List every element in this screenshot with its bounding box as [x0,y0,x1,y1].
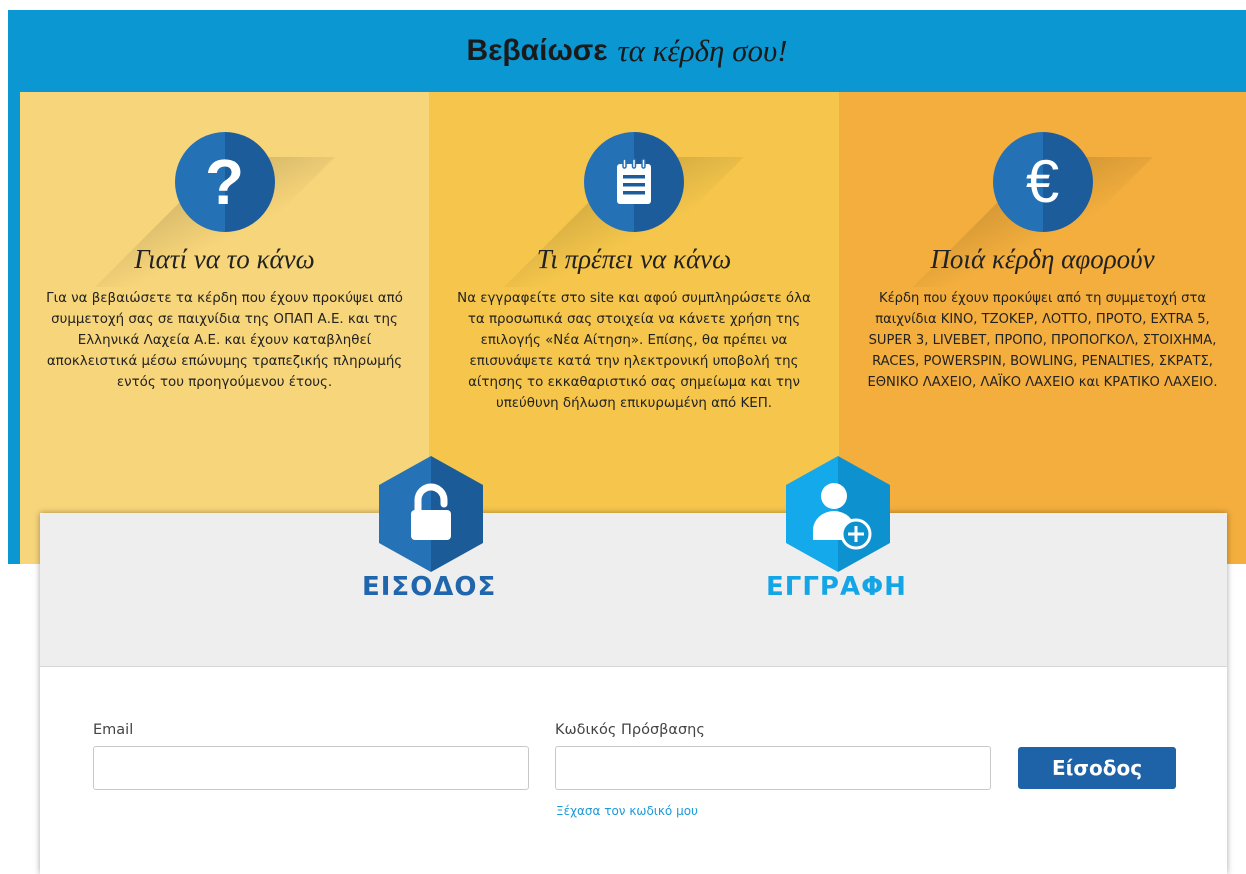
info-column-what: Τι πρέπει να κάνω Να εγγραφείτε στο site… [429,92,839,564]
page-title: Βεβαίωσε τα κέρδη σου! [8,10,1246,92]
column-title: Ποιά κέρδη αφορούν [930,244,1155,274]
tab-login[interactable]: ΕΙΣΟΔΟΣ [362,572,496,602]
auth-tabs-bar [40,513,1227,667]
euro-icon-badge: € [912,132,1153,287]
password-label: Κωδικός Πρόσβασης [555,722,705,738]
column-title: Γιατί να το κάνω [134,244,315,274]
document-icon [584,132,684,232]
column-text: Κέρδη που έχουν προκύψει από τη συμμετοχ… [867,291,1218,390]
euro-icon: € [992,132,1093,232]
info-column-why: ? Γιατί να το κάνω Για να βεβαιώσετε τα … [20,92,429,564]
info-column-winnings: € Ποιά κέρδη αφορούν Κέρδη που έχουν προ… [839,92,1246,564]
tab-register[interactable]: ΕΓΓΡΑΦΗ [766,572,907,602]
title-light: τα κέρδη σου! [617,33,788,68]
title-bold: Βεβαίωσε [466,34,608,67]
document-icon-badge [504,132,744,287]
email-field[interactable] [93,746,529,790]
column-text: Να εγγραφείτε στο site και αφού συμπληρώ… [457,291,811,411]
auth-panel [40,513,1227,874]
question-icon-badge: ? [94,132,335,287]
password-field[interactable] [555,746,991,790]
column-title: Τι πρέπει να κάνω [536,244,732,274]
login-button[interactable]: Είσοδος [1018,747,1176,789]
question-icon: ? [174,132,275,232]
forgot-password-link[interactable]: Ξέχασα τον κωδικό μου [556,804,698,818]
email-label: Email [93,722,134,738]
column-text: Για να βεβαιώσετε τα κέρδη που έχουν προ… [46,291,403,390]
